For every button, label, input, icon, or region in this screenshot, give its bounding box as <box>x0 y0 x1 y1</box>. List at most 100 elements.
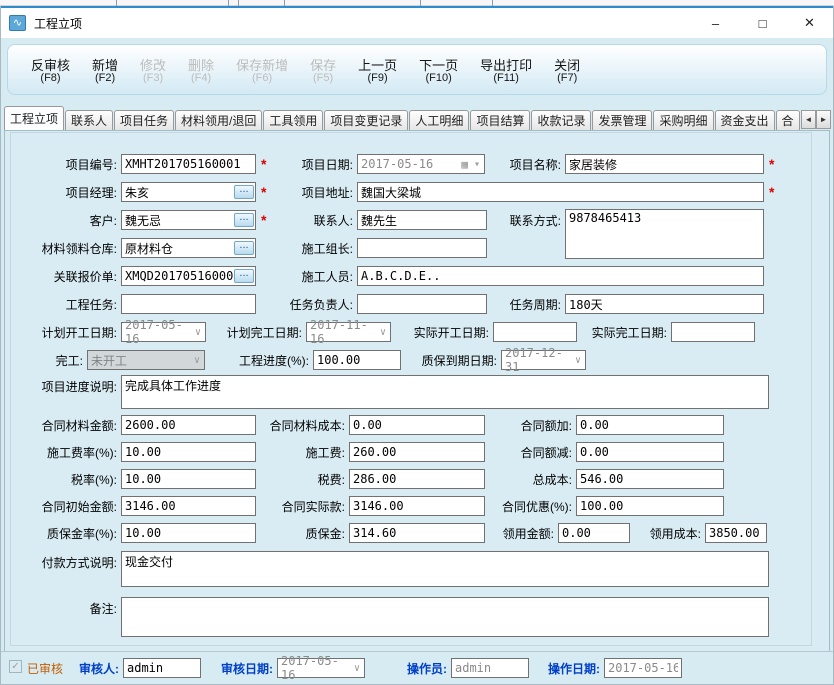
app-wave-icon: ∿ <box>9 15 26 31</box>
construction-leader-input[interactable] <box>357 238 487 258</box>
contact-input[interactable] <box>357 210 487 230</box>
used-cost-input[interactable] <box>705 523 767 543</box>
related-quotation-label: 关联报价单: <box>53 269 117 284</box>
task-period-input[interactable] <box>565 294 764 314</box>
progress-note-textarea[interactable]: 完成具体工作进度 <box>121 375 769 409</box>
construction-staff-label: 施工人员: <box>301 269 353 284</box>
finish-status-combo: 未开工 ∨ <box>87 350 205 370</box>
dropdown-arrow-icon[interactable]: ∨ <box>350 663 364 674</box>
contract-discount-input[interactable] <box>576 496 724 516</box>
tab-scroll-left-icon[interactable]: ◄ <box>801 110 816 129</box>
construction-staff-input[interactable] <box>357 266 764 286</box>
dropdown-arrow-icon[interactable]: ∨ <box>571 355 585 366</box>
used-amount-input[interactable] <box>558 523 630 543</box>
tab-fund-expense[interactable]: 资金支出 <box>714 110 775 131</box>
tab-invoice-management[interactable]: 发票管理 <box>592 110 653 131</box>
contract-actual-input[interactable] <box>349 496 485 516</box>
project-manager-lookup-button[interactable]: ... <box>234 184 254 199</box>
material-warehouse-lookup-button[interactable]: ... <box>234 240 254 255</box>
contract-minus-input[interactable] <box>576 442 724 462</box>
dropdown-arrow-icon[interactable]: ∨ <box>376 327 390 338</box>
project-address-input[interactable] <box>357 182 764 202</box>
tax-fee-input[interactable] <box>349 469 485 489</box>
plan-start-combo[interactable]: 2017-05-16 ∨ <box>121 318 206 346</box>
field-project-name: 项目名称: * <box>473 153 774 175</box>
field-project-date: 项目日期: 2017-05-16 ▦ ▾ <box>263 153 485 175</box>
payment-note-label: 付款方式说明: <box>41 556 117 570</box>
customer-lookup-button[interactable]: ... <box>234 212 254 227</box>
close-icon[interactable]: ✕ <box>786 8 833 38</box>
field-contract-material-cost: 合同材料成本: <box>255 414 485 436</box>
project-date-value: 2017-05-16 <box>361 157 434 171</box>
plan-finish-combo[interactable]: 2017-11-16 ∨ <box>306 318 391 346</box>
related-quotation-lookup-button[interactable]: ... <box>234 268 254 283</box>
field-used-amount: 领用金额: <box>494 522 630 544</box>
contact-way-textarea[interactable]: 9878465413 <box>565 209 764 259</box>
tab-change-records[interactable]: 项目变更记录 <box>324 110 409 131</box>
contract-material-cost-input[interactable] <box>349 415 485 435</box>
next-page-button[interactable]: 下一页 (F10) <box>408 55 469 84</box>
calendar-icon[interactable]: ▦ <box>461 158 468 171</box>
prev-page-button[interactable]: 上一页 (F9) <box>347 55 408 84</box>
add-key: (F2) <box>94 72 116 84</box>
field-warranty-fund: 质保金: <box>255 522 485 544</box>
contract-initial-input[interactable] <box>121 496 256 516</box>
tab-tool-use[interactable]: 工具领用 <box>263 110 324 131</box>
export-print-button[interactable]: 导出打印 (F11) <box>469 55 543 84</box>
dropdown-arrow-icon[interactable]: ∨ <box>191 327 205 338</box>
auditor-input[interactable] <box>123 658 201 678</box>
task-leader-label: 任务负责人: <box>289 297 353 312</box>
contact-label: 联系人: <box>313 213 353 228</box>
tab-truncated[interactable]: 合 <box>775 110 800 131</box>
project-date-picker[interactable]: 2017-05-16 ▦ ▾ <box>357 154 485 174</box>
actual-start-input[interactable] <box>493 322 577 342</box>
project-manager-label: 项目经理: <box>65 185 117 200</box>
progress-input[interactable] <box>313 350 401 370</box>
progress-label: 工程进度(%): <box>239 353 309 368</box>
payment-note-textarea[interactable]: 现金交付 <box>121 551 769 587</box>
remark-textarea[interactable] <box>121 597 769 637</box>
actual-finish-input[interactable] <box>671 322 755 342</box>
tab-contacts[interactable]: 联系人 <box>65 110 114 131</box>
project-no-input[interactable] <box>121 154 256 174</box>
progress-note-label: 项目进度说明: <box>41 380 117 394</box>
tax-rate-input[interactable] <box>121 469 256 489</box>
warranty-rate-input[interactable] <box>121 523 256 543</box>
tab-scroll-right-icon[interactable]: ► <box>816 110 831 129</box>
audit-date-combo[interactable]: 2017-05-16 ∨ <box>277 654 365 682</box>
maximize-icon[interactable]: □ <box>739 8 786 38</box>
tab-labor-detail[interactable]: 人工明细 <box>409 110 470 131</box>
contract-material-amount-input[interactable] <box>121 415 256 435</box>
save-add-button: 保存新增 (F6) <box>225 55 299 84</box>
tab-receipt-records[interactable]: 收款记录 <box>531 110 592 131</box>
field-plan-finish: 计划完工日期: 2017-11-16 ∨ <box>214 318 391 346</box>
add-button[interactable]: 新增 (F2) <box>81 55 129 84</box>
unaudit-button[interactable]: 反审核 (F8) <box>20 55 81 84</box>
task-leader-input[interactable] <box>357 294 487 314</box>
construction-fee-input[interactable] <box>349 442 485 462</box>
project-task-input[interactable] <box>121 294 256 314</box>
contract-add-input[interactable] <box>576 415 724 435</box>
operator-input[interactable] <box>451 658 529 678</box>
project-form: 项目编号: * 项目日期: 2017-05-16 ▦ ▾ 项目名称: * 项目经… <box>10 132 812 646</box>
construction-fee-rate-input[interactable] <box>121 442 256 462</box>
close-form-button[interactable]: 关闭 (F7) <box>543 55 591 84</box>
tab-project-tasks[interactable]: 项目任务 <box>114 110 175 131</box>
actual-start-label: 实际开工日期: <box>413 325 489 340</box>
contract-initial-label: 合同初始金额: <box>41 499 117 514</box>
warranty-fund-input[interactable] <box>349 523 485 543</box>
total-cost-input[interactable] <box>576 469 724 489</box>
modify-key: (F3) <box>142 72 164 84</box>
prev-page-key: (F9) <box>367 72 388 84</box>
tab-purchase-detail[interactable]: 采购明细 <box>653 110 714 131</box>
delete-key: (F4) <box>190 72 212 84</box>
minimize-icon[interactable]: – <box>692 8 739 38</box>
used-amount-label: 领用金额: <box>502 526 554 541</box>
audited-checkbox[interactable]: ✓ <box>9 660 22 673</box>
tab-project-init[interactable]: 工程立项 <box>4 106 65 131</box>
warranty-date-combo[interactable]: 2017-12-31 ∨ <box>501 346 586 374</box>
operate-date-input[interactable] <box>604 658 682 678</box>
tab-project-settlement[interactable]: 项目结算 <box>470 110 531 131</box>
project-name-input[interactable] <box>565 154 764 174</box>
tab-material-use-return[interactable]: 材料领用/退回 <box>175 110 263 131</box>
